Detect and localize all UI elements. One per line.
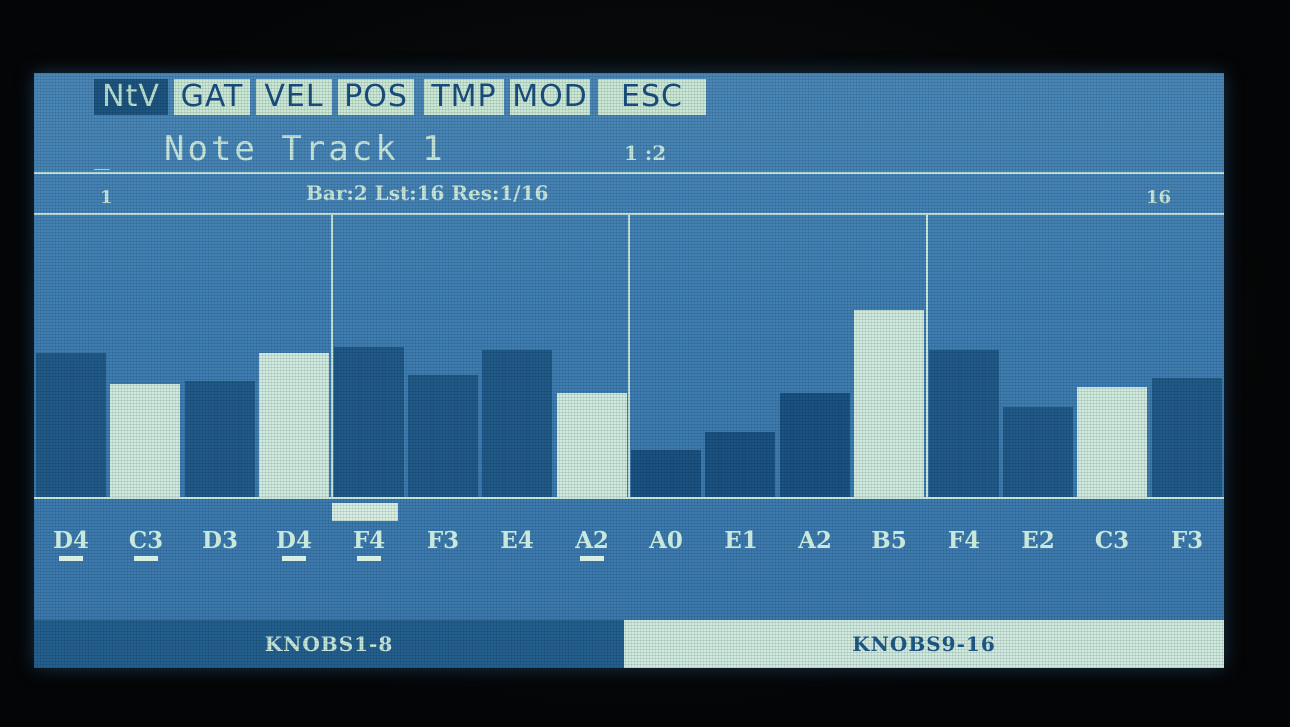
header-divider <box>34 172 1224 174</box>
beat-divider <box>331 213 333 498</box>
step-bar-9[interactable] <box>631 450 701 498</box>
step-bar-15[interactable] <box>1077 387 1147 498</box>
step-note-4: D4 <box>276 527 312 554</box>
tab-esc[interactable]: ESC <box>598 79 706 115</box>
step-bar-2[interactable] <box>110 384 180 498</box>
last-step-label: 16 <box>1146 187 1172 208</box>
step-underline-4 <box>282 556 306 561</box>
tab-tmp[interactable]: TMP <box>424 79 504 115</box>
bar-info: Bar:2 Lst:16 Res:1/16 <box>306 181 549 205</box>
step-note-13: F4 <box>947 527 981 554</box>
step-note-8: A2 <box>575 527 609 554</box>
step-note-5: F4 <box>352 527 386 554</box>
step-bar-11[interactable] <box>780 393 850 498</box>
step-bar-8[interactable] <box>557 393 627 498</box>
step-note-9: A0 <box>649 527 683 554</box>
lcd-screen: NtV GAT VEL POS TMP MOD ESC _ Note Track… <box>34 73 1224 668</box>
step-bar-5[interactable] <box>334 347 404 498</box>
step-note-10: E1 <box>724 527 758 554</box>
track-title: Note Track 1 <box>164 129 446 169</box>
step-bar-10[interactable] <box>705 432 775 498</box>
step-bar-14[interactable] <box>1003 407 1073 498</box>
tab-pos[interactable]: POS <box>338 79 414 115</box>
beat-divider <box>628 213 630 498</box>
step-bar-6[interactable] <box>408 375 478 498</box>
step-note-14: E2 <box>1021 527 1055 554</box>
step-note-12: B5 <box>871 527 907 554</box>
bars-bottom-divider <box>34 497 1224 499</box>
tab-mod[interactable]: MOD <box>510 79 590 115</box>
step-bar-13[interactable] <box>929 350 999 498</box>
tab-ntv[interactable]: NtV <box>94 79 168 115</box>
knobs-9-16-button[interactable]: KNOBS9-16 <box>624 620 1224 668</box>
step-underline-5 <box>357 556 381 561</box>
first-step-label: 1 <box>100 187 113 208</box>
step-underline-2 <box>134 556 158 561</box>
step-note-2: C3 <box>128 527 164 554</box>
note-bars-area <box>34 213 1224 498</box>
selected-step-marker <box>332 503 398 521</box>
beat-divider <box>926 213 928 498</box>
step-bar-7[interactable] <box>482 350 552 498</box>
step-note-1: D4 <box>53 527 89 554</box>
tab-vel[interactable]: VEL <box>256 79 332 115</box>
step-bar-1[interactable] <box>36 353 106 498</box>
tab-gat[interactable]: GAT <box>174 79 250 115</box>
step-underline-8 <box>580 556 604 561</box>
text-cursor: _ <box>94 141 110 171</box>
step-note-11: A2 <box>798 527 832 554</box>
step-bar-12[interactable] <box>854 310 924 498</box>
play-position: 1 :2 <box>624 141 667 165</box>
step-note-15: C3 <box>1094 527 1130 554</box>
step-bar-4[interactable] <box>259 353 329 498</box>
step-note-16: F3 <box>1170 527 1204 554</box>
step-note-6: F3 <box>426 527 460 554</box>
step-bar-3[interactable] <box>185 381 255 498</box>
step-note-3: D3 <box>202 527 238 554</box>
knobs-1-8-button[interactable]: KNOBS1-8 <box>34 620 624 668</box>
step-note-7: E4 <box>500 527 534 554</box>
knobs-bar: KNOBS1-8 KNOBS9-16 <box>34 620 1224 668</box>
step-bar-16[interactable] <box>1152 378 1222 498</box>
step-underline-1 <box>59 556 83 561</box>
